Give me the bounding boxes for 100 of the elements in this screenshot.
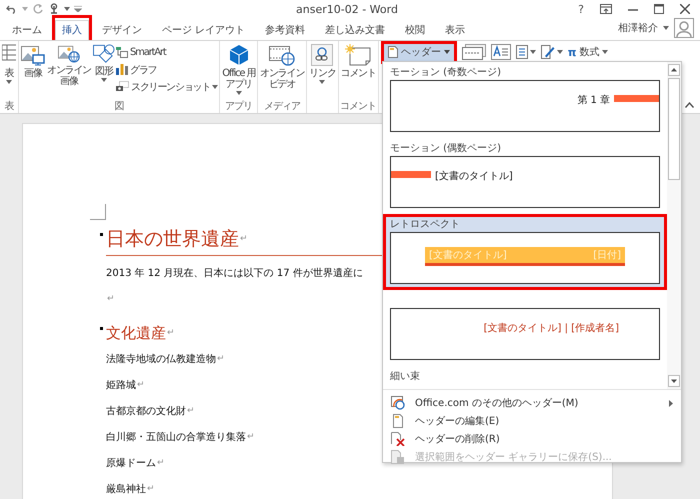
ribbon-button[interactable]: グラフ	[116, 62, 218, 77]
ribbon-tab[interactable]: 挿入	[55, 20, 89, 40]
ribbon-button[interactable]: 画像	[20, 43, 46, 100]
body-text: 古都京都の文化財	[106, 404, 186, 418]
body-text: 姫路城	[106, 378, 136, 392]
accent-bar	[391, 171, 431, 178]
paragraph-marker-icon	[100, 326, 103, 330]
ribbon-button[interactable]: オンライン ビデオ	[259, 43, 306, 100]
signature-icon	[540, 45, 555, 59]
ribbon-button[interactable]: 図形	[92, 43, 116, 100]
ribbon-button[interactable]: 表	[1, 43, 17, 100]
preview-text: [文書のタイトル]	[429, 248, 507, 262]
ribbon-button[interactable]: オンライン 画像	[46, 43, 92, 100]
preview-text: [文書のタイトル] | [作成者名]	[484, 322, 619, 335]
ribbon-tab[interactable]: 表示	[438, 20, 472, 40]
gallery-item[interactable]: [文書のタイトル] | [作成者名]	[386, 293, 664, 363]
gallery-item[interactable]: モーション (偶数ページ) [文書のタイトル]	[386, 141, 664, 211]
ribbon-button[interactable]: SmartArt	[116, 45, 218, 60]
paragraph-mark: ↵	[137, 380, 145, 390]
ribbon-button[interactable]: スクリーンショット	[116, 79, 218, 94]
page-icon	[388, 46, 398, 58]
delete-page-icon	[391, 432, 405, 446]
header-button[interactable]: ヘッダー	[384, 44, 454, 60]
toolbar-button[interactable]	[540, 45, 563, 59]
caret-icon	[530, 50, 536, 54]
caret-icon	[444, 50, 450, 54]
page-icon	[391, 414, 405, 428]
paragraph-mark: ↵	[247, 432, 255, 442]
smartart-icon	[116, 47, 128, 58]
help-button[interactable]: ?	[578, 2, 584, 16]
shapes-icon	[93, 44, 116, 64]
ribbon-button[interactable]: Office 用 アプリ	[221, 43, 256, 100]
ribbon-tab[interactable]: 校閲	[398, 20, 432, 40]
ribbon-tab[interactable]: ホーム	[5, 20, 49, 40]
customize-icon[interactable]	[74, 6, 82, 12]
gallery-item-label: レトロスペクト	[390, 218, 461, 232]
gallery-item-label: モーション (奇数ページ)	[390, 66, 502, 80]
group-label: 図	[114, 100, 125, 113]
caret-icon[interactable]	[663, 26, 669, 30]
document-title: 日本の世界遺産	[106, 227, 239, 252]
cube-icon	[228, 44, 250, 66]
screenshot-icon	[116, 81, 130, 92]
touch-icon[interactable]	[48, 3, 60, 15]
gallery-item[interactable]: 細い束	[386, 369, 664, 387]
group-label: メディア	[263, 100, 302, 113]
film-globe-icon	[269, 44, 296, 66]
ribbon-tab[interactable]: 差し込み文書	[318, 20, 392, 40]
menu-item[interactable]: ヘッダーの編集(E)	[383, 412, 681, 430]
caret-icon	[212, 84, 218, 88]
toolbar-button[interactable]	[462, 44, 486, 60]
paragraph-mark: ↵	[167, 328, 175, 338]
paragraph-marker-icon	[100, 232, 103, 236]
caret-icon	[556, 50, 563, 54]
scroll-up-icon[interactable]	[668, 64, 680, 76]
equation-button[interactable]: π 数式	[568, 45, 608, 59]
gallery-item[interactable]: レトロスペクト [文書のタイトル] [日付]	[386, 217, 664, 287]
paragraph-mark: ↵	[147, 484, 155, 494]
undo-icon[interactable]	[6, 4, 18, 14]
picture-icon	[21, 44, 45, 66]
bar-chart-icon	[116, 64, 128, 75]
toolbar-button[interactable]	[516, 45, 536, 59]
ribbon-tab[interactable]: ページ レイアウト	[155, 20, 252, 40]
caret-icon	[101, 78, 108, 82]
scroll-down-icon[interactable]	[668, 375, 680, 387]
scroll-thumb[interactable]	[668, 78, 680, 180]
section-heading: 文化遺産	[106, 324, 166, 342]
collapse-ribbon-icon[interactable]	[685, 102, 694, 108]
menu-item[interactable]: ヘッダーの削除(R)	[383, 430, 681, 448]
paragraph-mark: ↵	[107, 294, 115, 304]
body-text: 2013 年 12 月現在、日本には以下の 17 件が世界遺産に	[106, 266, 363, 280]
menu-item[interactable]: Office.com のその他のヘッダー(M)	[383, 394, 681, 412]
group-label: コメント	[340, 100, 377, 113]
restore-ribbon-icon[interactable]	[600, 4, 612, 14]
paragraph-mark: ↵	[240, 234, 248, 244]
document-parts-icon	[516, 45, 528, 59]
user-name[interactable]: 相澤裕介	[618, 21, 658, 35]
globe-page-icon	[391, 396, 405, 410]
body-text: 原爆ドーム	[106, 457, 156, 470]
online-picture-icon	[58, 44, 80, 63]
caret-icon	[319, 80, 326, 84]
ribbon-tab[interactable]: 参考資料	[258, 20, 312, 40]
gallery-item-label: モーション (偶数ページ)	[390, 142, 502, 156]
close-icon[interactable]	[680, 4, 690, 14]
preview-text: [文書のタイトル]	[435, 170, 513, 183]
caret-icon	[236, 91, 242, 95]
maximize-icon[interactable]	[654, 4, 664, 14]
body-text: 法隆寺地域の仏教建造物	[106, 352, 216, 366]
group-label: 表	[4, 100, 15, 113]
group-label: アプリ	[224, 100, 254, 113]
caret-icon	[602, 50, 608, 54]
caret-icon[interactable]	[64, 7, 70, 11]
ribbon-button[interactable]: リンク	[308, 43, 337, 100]
comment-icon	[345, 44, 372, 66]
body-text: 白川郷・五箇山の合掌造り集落	[106, 430, 246, 444]
ribbon-tab[interactable]: デザイン	[95, 20, 149, 40]
scrollbar[interactable]	[667, 62, 681, 389]
gallery-item[interactable]: モーション (奇数ページ) 第 1 章	[386, 65, 664, 135]
submenu-arrow-icon	[669, 400, 673, 406]
toolbar-button[interactable]	[490, 44, 511, 60]
ribbon-button[interactable]: コメント	[340, 43, 377, 100]
